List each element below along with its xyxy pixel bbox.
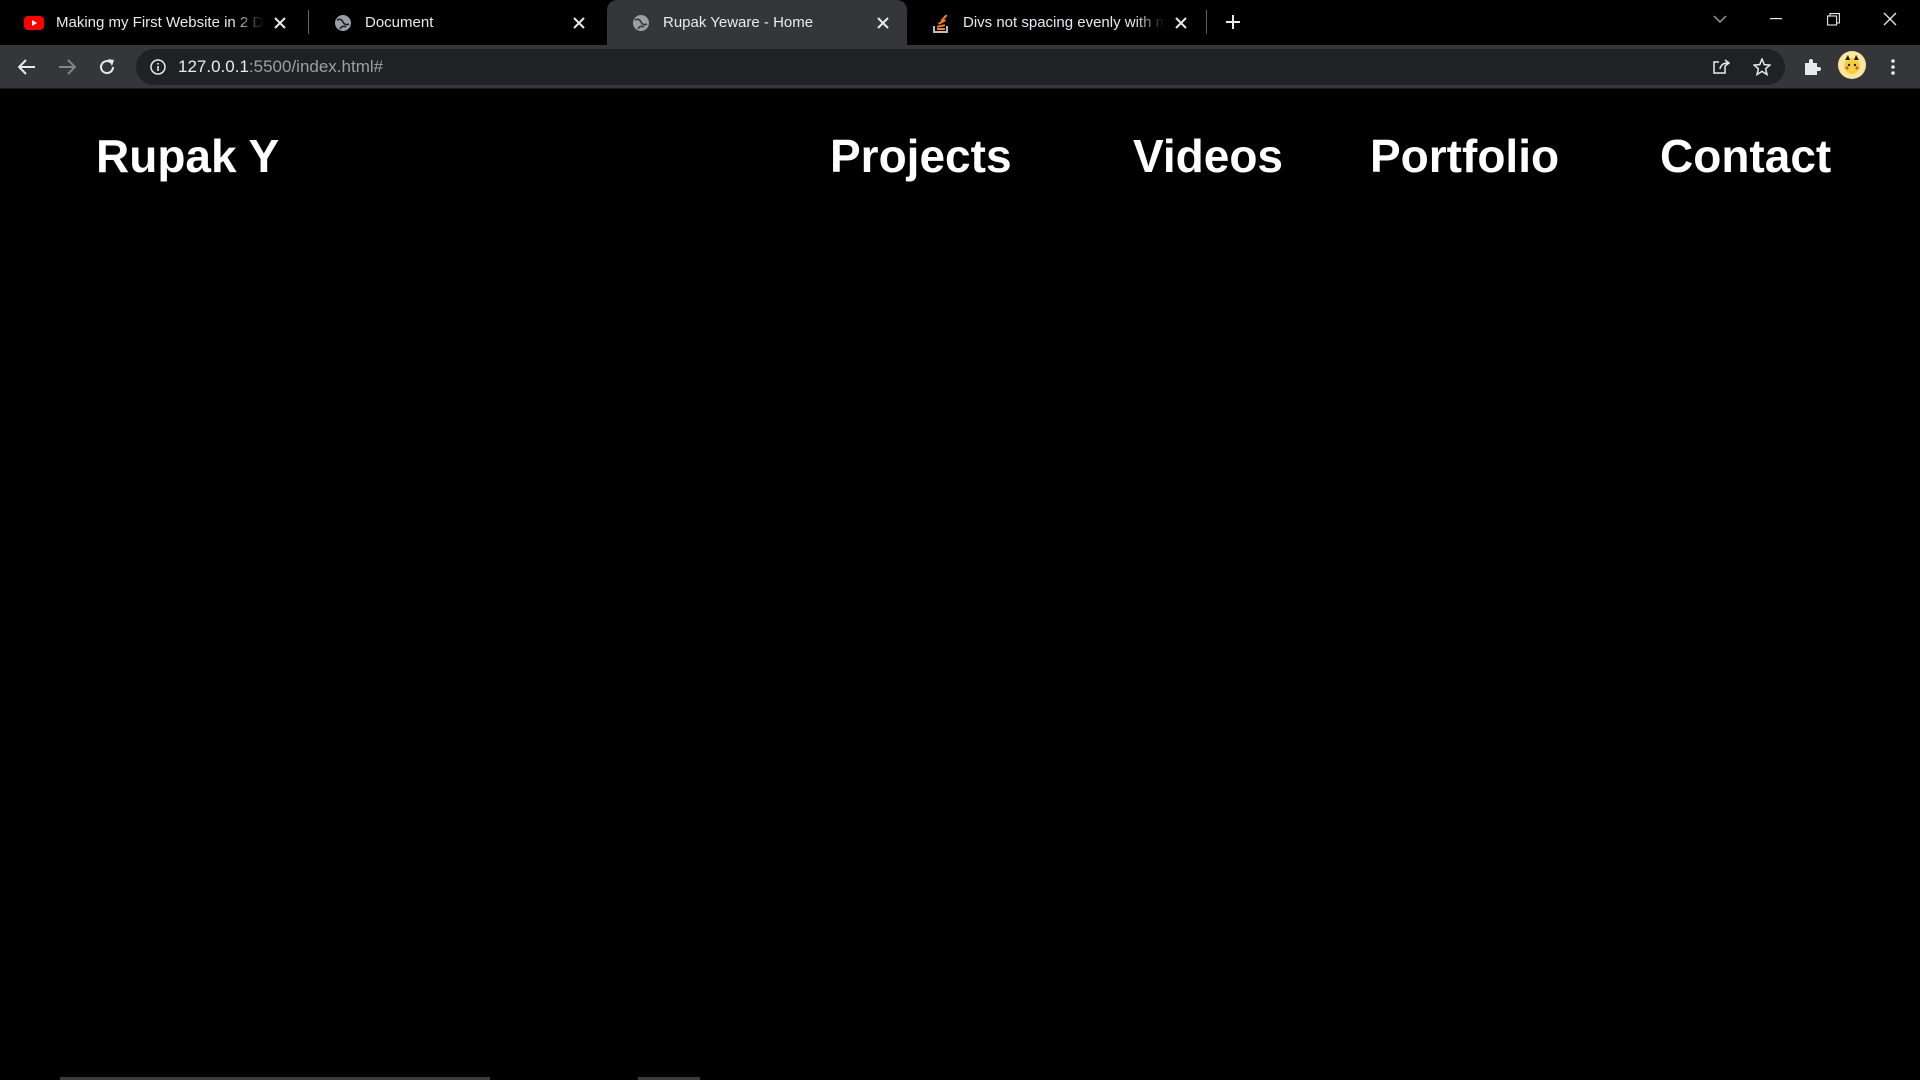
site-brand[interactable]: Rupak Y bbox=[96, 133, 279, 179]
url-text[interactable]: 127.0.0.1:5500/index.html# bbox=[178, 57, 383, 77]
tab-title: Making my First Website in 2 Days bbox=[56, 14, 264, 31]
globe-icon bbox=[333, 13, 353, 33]
restore-icon bbox=[1826, 12, 1840, 26]
arrow-right-icon bbox=[59, 59, 76, 75]
tab-title: Rupak Yeware - Home bbox=[663, 14, 814, 31]
toolbar: 127.0.0.1:5500/index.html# bbox=[0, 45, 1920, 89]
nav-link-portfolio[interactable]: Portfolio bbox=[1370, 133, 1559, 179]
minimize-button[interactable] bbox=[1748, 0, 1804, 38]
chevron-down-icon bbox=[1713, 15, 1727, 23]
extensions-button[interactable] bbox=[1796, 51, 1828, 83]
close-icon bbox=[1883, 12, 1897, 26]
close-icon[interactable] bbox=[1171, 13, 1191, 33]
url-host: 127.0.0.1 bbox=[178, 57, 249, 76]
youtube-icon bbox=[24, 13, 44, 33]
profile-avatar[interactable] bbox=[1838, 51, 1866, 79]
minimize-icon bbox=[1770, 18, 1782, 20]
bookmark-button[interactable] bbox=[1746, 51, 1778, 83]
forward-button[interactable] bbox=[51, 51, 83, 83]
address-bar[interactable]: 127.0.0.1:5500/index.html# bbox=[136, 49, 1785, 85]
star-icon bbox=[1753, 58, 1771, 76]
more-vertical-icon bbox=[1891, 59, 1895, 75]
close-icon[interactable] bbox=[270, 13, 290, 33]
tab-separator bbox=[1206, 10, 1207, 34]
page-viewport: Rupak Y Projects Videos Portfolio Contac… bbox=[0, 89, 1920, 1080]
tab-strip: Making my First Website in 2 Days Docume… bbox=[0, 0, 1920, 45]
tab-title: Divs not spacing evenly with margin bbox=[963, 14, 1165, 31]
nav-link-projects[interactable]: Projects bbox=[830, 133, 1012, 179]
nav-link-videos[interactable]: Videos bbox=[1133, 133, 1283, 179]
puzzle-icon bbox=[1805, 59, 1821, 75]
restore-button[interactable] bbox=[1805, 0, 1861, 38]
close-icon[interactable] bbox=[569, 13, 589, 33]
info-icon[interactable] bbox=[148, 57, 168, 77]
avatar-icon bbox=[1844, 55, 1860, 74]
menu-button[interactable] bbox=[1877, 51, 1909, 83]
nav-link-contact[interactable]: Contact bbox=[1660, 133, 1831, 179]
browser-chrome: Making my First Website in 2 Days Docume… bbox=[0, 0, 1920, 89]
tab-rupak-home[interactable]: Rupak Yeware - Home bbox=[607, 0, 907, 45]
url-path: :5500/index.html# bbox=[248, 57, 384, 76]
tab-youtube[interactable]: Making my First Website in 2 Days bbox=[0, 0, 304, 45]
arrow-left-icon bbox=[18, 59, 35, 75]
globe-icon bbox=[631, 13, 651, 33]
tab-stackoverflow[interactable]: Divs not spacing evenly with margin bbox=[907, 0, 1205, 45]
close-window-button[interactable] bbox=[1862, 0, 1918, 38]
share-icon bbox=[1713, 59, 1731, 74]
share-button[interactable] bbox=[1706, 51, 1738, 83]
new-tab-button[interactable] bbox=[1219, 8, 1247, 36]
stackoverflow-icon bbox=[931, 13, 951, 33]
tab-title: Document bbox=[365, 14, 434, 31]
plus-icon bbox=[1226, 15, 1240, 29]
horizontal-scrollbar[interactable] bbox=[0, 1076, 1920, 1080]
tab-document[interactable]: Document bbox=[309, 0, 603, 45]
tab-search-button[interactable] bbox=[1692, 0, 1748, 38]
close-icon[interactable] bbox=[873, 13, 893, 33]
reload-button[interactable] bbox=[91, 51, 123, 83]
reload-icon bbox=[100, 59, 115, 75]
back-button[interactable] bbox=[11, 51, 43, 83]
